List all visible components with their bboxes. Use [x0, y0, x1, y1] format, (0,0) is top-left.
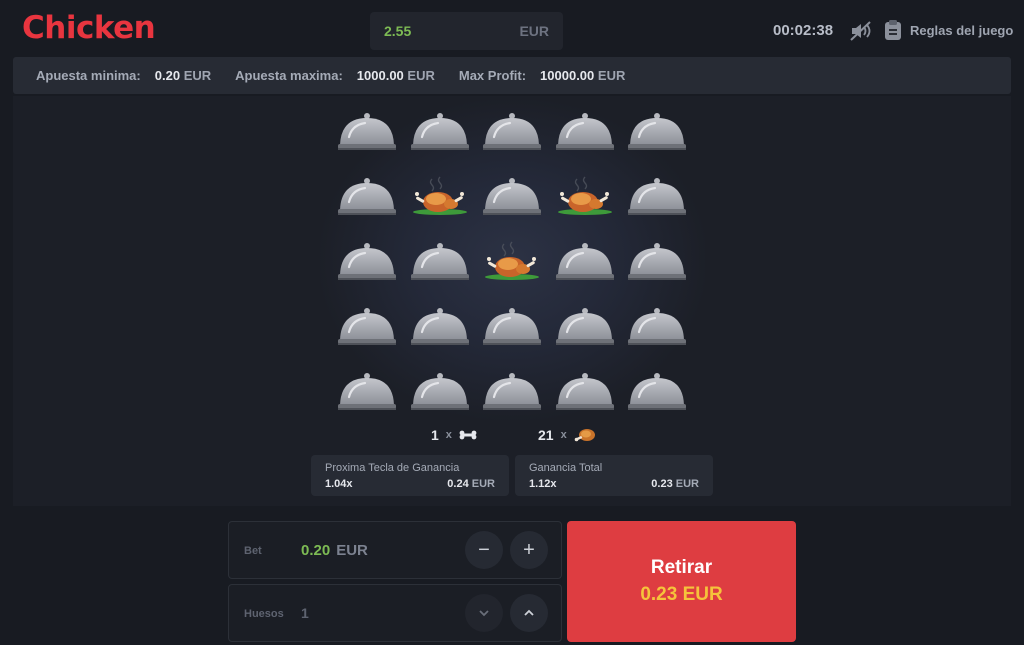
cloche-tile[interactable]: [337, 174, 397, 220]
next-win-title: Proxima Tecla de Ganancia: [325, 462, 460, 474]
cloche-tile[interactable]: [482, 304, 542, 350]
cloche-icon: [411, 243, 469, 280]
roast-chicken-icon: [485, 241, 539, 280]
cloche-tile[interactable]: [410, 304, 470, 350]
max-profit-value: 10000.00 EUR: [540, 68, 626, 83]
bones-increase-button[interactable]: [510, 594, 548, 632]
balance-display: 2.55 EUR: [370, 12, 563, 50]
cloche-tile[interactable]: [482, 369, 542, 415]
bones-count: 1x: [431, 427, 477, 443]
cloche-icon: [556, 113, 614, 150]
cloche-icon: [628, 373, 686, 410]
game-logo: Chicken: [22, 10, 156, 46]
min-bet-label: Apuesta minima:: [36, 68, 141, 83]
cloche-icon: [338, 113, 396, 150]
cloche-tile[interactable]: [482, 174, 542, 220]
bones-value[interactable]: 1: [301, 605, 309, 621]
cloche-tile[interactable]: [337, 109, 397, 155]
bet-increase-button[interactable]: +: [510, 531, 548, 569]
next-win-card: Proxima Tecla de Ganancia 1.04x 0.24 EUR: [311, 455, 509, 496]
bet-value[interactable]: 0.20 EUR: [301, 542, 368, 559]
cashout-label: Retirar: [650, 557, 713, 578]
chevron-down-icon: [479, 610, 489, 617]
bones-decrease-button[interactable]: [465, 594, 503, 632]
cloche-icon: [556, 308, 614, 345]
chickens-count: 21 x: [538, 427, 596, 443]
rules-link[interactable]: Reglas del juego: [884, 19, 1013, 41]
total-win-card: Ganancia Total 1.12x 0.23 EUR: [515, 455, 713, 496]
cloche-tile[interactable]: [627, 239, 687, 285]
cloche-icon: [338, 243, 396, 280]
bone-icon: [459, 430, 477, 440]
cloche-tile[interactable]: [337, 369, 397, 415]
revealed-chicken-tile: [482, 239, 542, 285]
cloche-icon: [483, 308, 541, 345]
cloche-icon: [556, 373, 614, 410]
cloche-icon: [338, 308, 396, 345]
balance-currency: EUR: [519, 23, 549, 39]
bet-label: Bet: [244, 545, 262, 557]
max-profit-label: Max Profit:: [458, 68, 527, 83]
cloche-icon: [411, 373, 469, 410]
revealed-chicken-tile: [410, 174, 470, 220]
next-win-multiplier: 1.04x: [325, 478, 353, 490]
roast-chicken-icon: [413, 176, 467, 215]
bet-control: Bet 0.20 EUR − +: [228, 521, 562, 579]
cloche-icon: [628, 113, 686, 150]
sound-muted-icon[interactable]: [849, 20, 873, 42]
cashout-button[interactable]: Retirar 0.23 EUR: [567, 521, 796, 642]
cloche-tile[interactable]: [555, 304, 615, 350]
cloche-icon: [483, 113, 541, 150]
min-bet-value: 0.20 EUR: [154, 68, 212, 83]
limits-bar: Apuesta minima: 0.20 EUR Apuesta maxima:…: [13, 57, 1011, 94]
clipboard-icon: [884, 19, 902, 41]
cloche-icon: [338, 373, 396, 410]
cloche-tile[interactable]: [627, 304, 687, 350]
cloche-tile[interactable]: [410, 369, 470, 415]
bones-label: Huesos: [244, 608, 284, 620]
cloche-tile[interactable]: [627, 174, 687, 220]
session-timer: 00:02:38: [773, 22, 834, 39]
cloche-icon: [556, 243, 614, 280]
chicken-leg-icon: [574, 429, 595, 442]
cloche-tile[interactable]: [410, 239, 470, 285]
next-win-amount: 0.24 EUR: [447, 478, 495, 490]
total-win-title: Ganancia Total: [529, 462, 603, 474]
cloche-tile[interactable]: [410, 109, 470, 155]
bet-decrease-button[interactable]: −: [465, 531, 503, 569]
cloche-tile[interactable]: [482, 109, 542, 155]
total-win-multiplier: 1.12x: [529, 478, 557, 490]
balance-amount: 2.55: [384, 23, 412, 39]
max-bet-value: 1000.00 EUR: [356, 68, 435, 83]
cloche-icon: [483, 373, 541, 410]
revealed-chicken-tile: [555, 174, 615, 220]
cloche-tile[interactable]: [555, 239, 615, 285]
cloche-tile[interactable]: [337, 304, 397, 350]
roast-chicken-icon: [558, 176, 612, 215]
cloche-icon: [628, 178, 686, 215]
cloche-tile[interactable]: [337, 239, 397, 285]
chevron-up-icon: [524, 609, 534, 616]
cloche-tile[interactable]: [555, 109, 615, 155]
total-win-amount: 0.23 EUR: [651, 478, 699, 490]
cashout-amount: 0.23 EUR: [640, 584, 723, 605]
rules-label: Reglas del juego: [910, 22, 1014, 38]
cloche-tile[interactable]: [627, 369, 687, 415]
cloche-icon: [411, 113, 469, 150]
cloche-icon: [483, 178, 541, 215]
cloche-tile[interactable]: [555, 369, 615, 415]
cloche-icon: [628, 243, 686, 280]
max-bet-label: Apuesta maxima:: [235, 68, 343, 83]
bones-control: Huesos 1: [228, 584, 562, 642]
cloche-tile[interactable]: [627, 109, 687, 155]
cloche-icon: [628, 308, 686, 345]
cloche-icon: [338, 178, 396, 215]
cloche-icon: [411, 308, 469, 345]
